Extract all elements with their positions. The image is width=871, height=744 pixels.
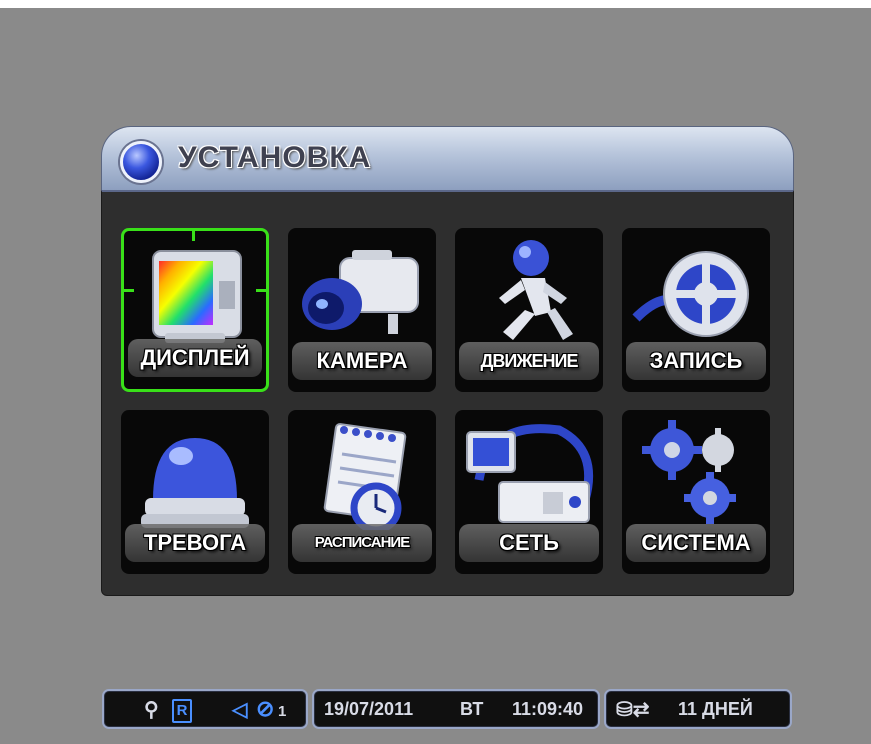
title-bar: УСТАНОВКА xyxy=(101,126,794,190)
network-computer-icon xyxy=(455,410,603,530)
menu-item-label: ДВИЖЕНИЕ xyxy=(459,342,599,380)
title-orb-icon xyxy=(120,141,162,183)
record-badge: R xyxy=(172,699,192,723)
system-gears-icon xyxy=(622,410,770,530)
status-storage-segment: ⛁⇄ 11 ДНЕЙ xyxy=(604,689,792,729)
alarm-siren-icon xyxy=(121,410,269,530)
speaker-icon: ◁ xyxy=(232,699,248,721)
menu-item-label: ЗАПИСЬ xyxy=(626,342,766,380)
usb-icon: ⚲ xyxy=(144,699,159,721)
status-datetime-segment: 19/07/2011 ВТ 11:09:40 xyxy=(312,689,600,729)
menu-item-label: КАМЕРА xyxy=(292,342,432,380)
days-remaining: 11 ДНЕЙ xyxy=(678,699,753,719)
window-title: УСТАНОВКА xyxy=(178,141,372,174)
menu-item-label: ТРЕВОГА xyxy=(125,524,265,562)
menu-item-motion[interactable]: ДВИЖЕНИЕ xyxy=(455,228,603,392)
status-time: 11:09:40 xyxy=(512,699,584,719)
audio-channel: 1 xyxy=(278,703,287,720)
menu-item-system[interactable]: СИСТЕМА xyxy=(622,410,770,574)
display-monitor-icon xyxy=(124,231,266,351)
status-date: 19/07/2011 xyxy=(324,699,414,719)
menu-item-label: РАСПИСАНИЕ xyxy=(292,524,432,562)
menu-item-display[interactable]: ДИСПЛЕЙ xyxy=(121,228,269,392)
menu-item-schedule[interactable]: РАСПИСАНИЕ xyxy=(288,410,436,574)
menu-item-record[interactable]: ЗАПИСЬ xyxy=(622,228,770,392)
menu-item-label: ДИСПЛЕЙ xyxy=(128,339,262,377)
menu-panel: ДИСПЛЕЙ КАМЕРА ДВИЖЕНИЕ ЗАПИСЬ ТРЕВОГА Р… xyxy=(101,190,794,596)
camera-icon xyxy=(288,228,436,348)
setup-menu-window: УСТАНОВКА ДИСПЛЕЙ КАМЕРА ДВИЖЕНИЕ ЗАПИСЬ… xyxy=(101,126,794,596)
menu-item-label: СИСТЕМА xyxy=(626,524,766,562)
audio-mute-icon: ⊘ xyxy=(256,696,275,721)
film-reel-icon xyxy=(622,228,770,348)
status-icons-segment: ⚲ R ◁ ⊘ 1 xyxy=(102,689,308,729)
menu-item-camera[interactable]: КАМЕРА xyxy=(288,228,436,392)
hdd-overwrite-icon: ⛁⇄ xyxy=(616,699,650,721)
motion-runner-icon xyxy=(455,228,603,348)
menu-item-alarm[interactable]: ТРЕВОГА xyxy=(121,410,269,574)
schedule-notepad-clock-icon xyxy=(288,410,436,530)
menu-item-network[interactable]: СЕТЬ xyxy=(455,410,603,574)
status-weekday: ВТ xyxy=(460,699,484,719)
menu-item-label: СЕТЬ xyxy=(459,524,599,562)
